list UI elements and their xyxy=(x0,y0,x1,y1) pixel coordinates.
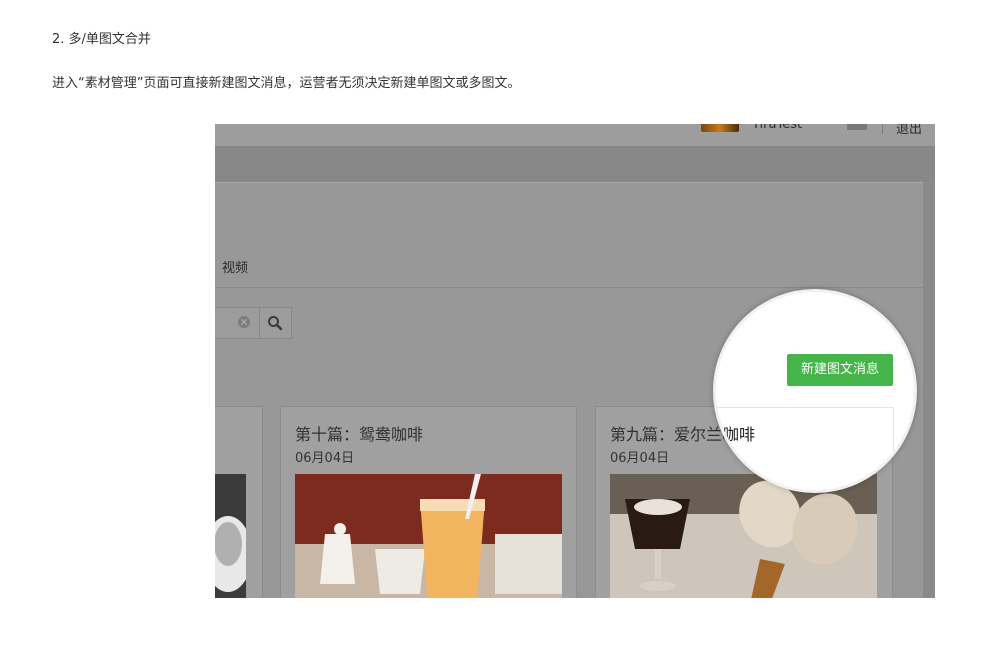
search-button[interactable] xyxy=(259,307,292,339)
notification-icon[interactable] xyxy=(847,124,867,130)
search-input[interactable] xyxy=(215,307,260,339)
card-date: 06月04日 xyxy=(295,451,355,466)
new-article-button[interactable]: 新建图文消息 xyxy=(787,354,893,386)
nav-strip xyxy=(215,146,935,182)
magnifier-icon xyxy=(268,316,283,331)
user-avatar[interactable] xyxy=(701,124,739,132)
card-image xyxy=(295,474,562,598)
top-bar: TiraTest 退出 xyxy=(215,124,935,146)
material-card-partial[interactable] xyxy=(215,406,263,598)
clear-circle-icon[interactable] xyxy=(237,315,251,329)
spotlight-zoom: 新建图文消息 第九篇：爱尔兰咖啡 06月04日 xyxy=(713,289,917,493)
article-heading: 2. 多/单图文合并 xyxy=(52,32,151,47)
article-intro: 进入“素材管理”页面可直接新建图文消息，运营者无须决定新建单图文或多图文。 xyxy=(52,76,521,91)
tab-divider xyxy=(215,287,923,288)
tab-video[interactable]: 视频 xyxy=(222,257,248,276)
topbar-divider xyxy=(882,124,883,134)
card-title[interactable]: 第九篇：爱尔兰咖啡 xyxy=(716,421,755,445)
username[interactable]: TiraTest xyxy=(752,124,802,132)
card-date: 06月04日 xyxy=(610,451,670,466)
material-card-zoomed[interactable]: 第九篇：爱尔兰咖啡 06月04日 xyxy=(716,407,894,490)
card-title[interactable]: 第十篇：鸳鸯咖啡 xyxy=(295,421,423,445)
scrollbar[interactable] xyxy=(923,182,935,598)
material-card[interactable]: 第十篇：鸳鸯咖啡 06月04日 xyxy=(280,406,577,598)
logout-link[interactable]: 退出 xyxy=(896,124,922,137)
card-image xyxy=(610,474,877,598)
card-image xyxy=(215,474,246,598)
